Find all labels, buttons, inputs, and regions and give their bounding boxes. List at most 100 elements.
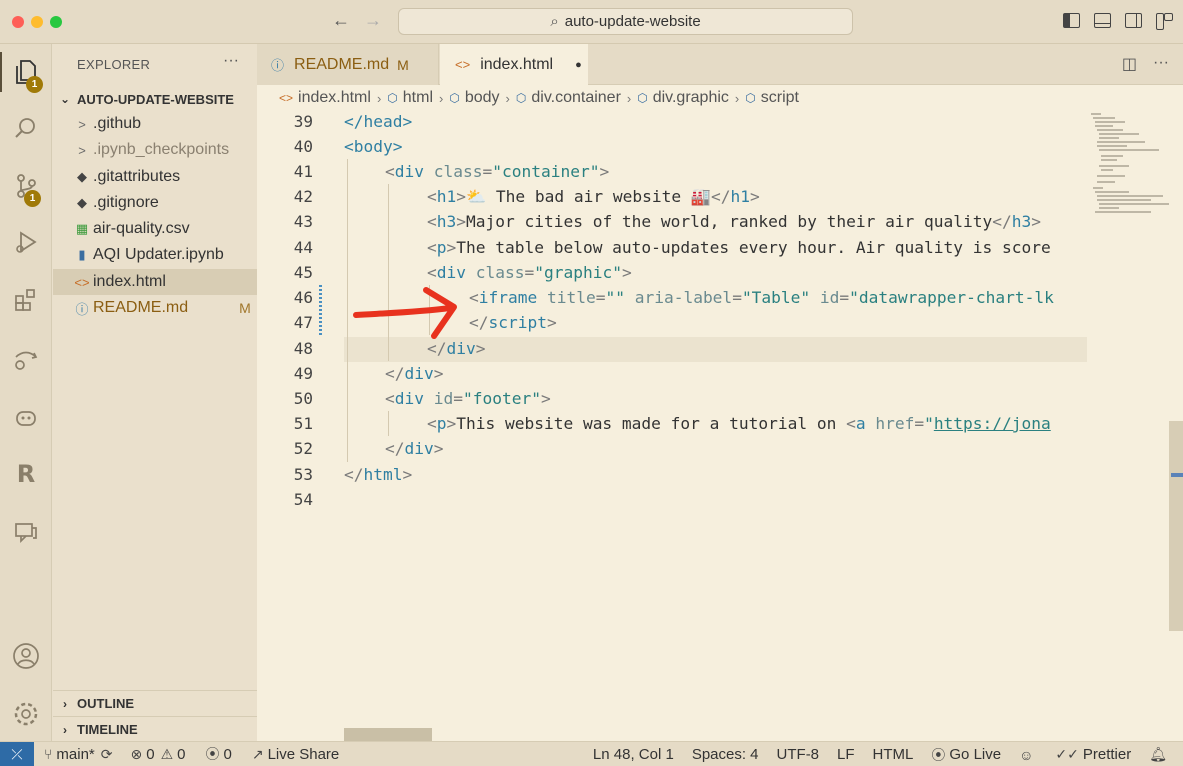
code-link[interactable]: https://jona bbox=[934, 414, 1051, 433]
branch-status[interactable]: ⑂ main* ⟳ bbox=[44, 746, 117, 763]
code-token: Major cities of the world, ranked by the… bbox=[466, 212, 993, 231]
breadcrumb: <> index.html › ⬡ html › ⬡ body › ⬡ div.… bbox=[257, 85, 1183, 111]
toggle-secondary-sidebar-icon[interactable] bbox=[1125, 13, 1142, 28]
tree-item-github[interactable]: > .github bbox=[53, 111, 257, 137]
run-debug-icon[interactable] bbox=[0, 222, 52, 262]
minimap[interactable] bbox=[1087, 111, 1169, 221]
chevron-right-icon: › bbox=[734, 90, 740, 106]
element-cube-icon: ⬡ bbox=[387, 91, 398, 105]
tree-item-gitignore[interactable]: ◆ .gitignore bbox=[53, 190, 257, 216]
copilot-status-icon[interactable]: ☺ bbox=[1019, 747, 1037, 763]
tree-item-label: .gitignore bbox=[93, 194, 159, 211]
prettier-status[interactable]: ✓✓ Prettier bbox=[1055, 746, 1131, 763]
indent-guide bbox=[347, 159, 348, 462]
bell-icon: 🔔︎ bbox=[1149, 746, 1167, 762]
code-line-49: </div> bbox=[385, 364, 444, 383]
search-icon[interactable] bbox=[0, 108, 52, 148]
tree-item-label: .gitattributes bbox=[93, 168, 181, 185]
tree-item-gitattributes[interactable]: ◆ .gitattributes bbox=[53, 164, 257, 190]
toggle-panel-icon[interactable] bbox=[1094, 13, 1111, 28]
sync-icon[interactable]: ⟳ bbox=[101, 746, 113, 763]
editor-tab-bar: ⓘ README.md M <> index.html ● ◫ ··· bbox=[257, 44, 1183, 85]
code-line-51: <p>This website was made for a tutorial … bbox=[427, 414, 1051, 433]
status-bar: ⤫ ⑂ main* ⟳ ⊗ 0 ⚠ 0 ⦿ 0 ↗ Live Share Ln … bbox=[0, 741, 1183, 766]
breadcrumb-item-file[interactable]: index.html bbox=[298, 89, 371, 107]
source-control-icon[interactable]: 1 bbox=[0, 166, 52, 207]
info-file-icon: ⓘ bbox=[75, 301, 89, 317]
chevron-right-icon: › bbox=[626, 90, 632, 106]
tab-index-html[interactable]: <> index.html ● bbox=[440, 44, 588, 85]
line-number: 42 bbox=[293, 187, 313, 206]
timeline-label: TIMELINE bbox=[77, 722, 138, 737]
settings-gear-icon[interactable] bbox=[0, 694, 52, 734]
line-number: 49 bbox=[293, 364, 313, 383]
code-token: The table below auto-updates every hour.… bbox=[456, 238, 1051, 257]
tab-readme-md[interactable]: ⓘ README.md M bbox=[257, 44, 439, 85]
language-mode-status[interactable]: HTML bbox=[873, 746, 914, 763]
vertical-scrollbar[interactable] bbox=[1169, 421, 1183, 631]
breadcrumb-item-script[interactable]: script bbox=[761, 89, 799, 107]
tree-item-aqi-updater-ipynb[interactable]: ▮ AQI Updater.ipynb bbox=[53, 242, 257, 268]
indentation-status[interactable]: Spaces: 4 bbox=[692, 746, 759, 763]
back-arrow-icon[interactable]: ← bbox=[332, 10, 350, 31]
horizontal-scrollbar[interactable] bbox=[344, 728, 432, 741]
remote-indicator-icon[interactable]: ⤫ bbox=[0, 741, 34, 766]
breadcrumb-item-body[interactable]: body bbox=[465, 89, 500, 107]
outline-section-header[interactable]: › OUTLINE bbox=[53, 690, 257, 716]
warning-count: 0 bbox=[177, 745, 186, 763]
encoding-status[interactable]: UTF-8 bbox=[777, 746, 820, 763]
copilot-icon[interactable] bbox=[0, 398, 52, 438]
unsaved-dot-icon[interactable]: ● bbox=[575, 59, 582, 71]
code-token: div bbox=[394, 389, 424, 408]
prettier-label: Prettier bbox=[1082, 746, 1132, 763]
code-token: This website was made for a tutorial on bbox=[456, 414, 847, 433]
tree-item-ipynb-checkpoints[interactable]: > .ipynb_checkpoints bbox=[53, 137, 257, 163]
breadcrumb-item-container[interactable]: div.container bbox=[531, 89, 621, 107]
remote-explorer-icon[interactable] bbox=[0, 340, 52, 380]
r-language-icon[interactable]: R bbox=[0, 454, 52, 494]
breadcrumb-item-graphic[interactable]: div.graphic bbox=[653, 89, 729, 107]
notebook-file-icon: ▮ bbox=[78, 247, 86, 262]
more-actions-icon[interactable]: ··· bbox=[223, 52, 239, 70]
tree-item-air-quality-csv[interactable]: ▦ air-quality.csv bbox=[53, 216, 257, 242]
html-file-icon: <> bbox=[279, 91, 294, 105]
code-line-50: <div id="footer"> bbox=[385, 389, 551, 408]
breadcrumb-item-html[interactable]: html bbox=[403, 89, 433, 107]
minimize-window-button[interactable] bbox=[31, 16, 43, 28]
cursor-position-status[interactable]: Ln 48, Col 1 bbox=[593, 746, 674, 763]
toggle-primary-sidebar-icon[interactable] bbox=[1063, 13, 1080, 28]
chevron-right-icon: > bbox=[78, 142, 86, 158]
go-live-status[interactable]: ⦿ Go Live bbox=[931, 745, 1001, 765]
tree-item-index-html[interactable]: <> index.html bbox=[53, 269, 257, 295]
notifications-status[interactable]: 🔔︎ bbox=[1149, 746, 1171, 763]
close-window-button[interactable] bbox=[12, 16, 24, 28]
forward-arrow-icon[interactable]: → bbox=[364, 10, 382, 31]
command-center-search[interactable]: ⌕ auto-update-website bbox=[398, 8, 853, 35]
problems-status[interactable]: ⊗ 0 ⚠ 0 bbox=[131, 746, 186, 763]
comments-icon[interactable] bbox=[0, 512, 52, 552]
tree-item-readme-md[interactable]: ⓘ README.md M bbox=[53, 295, 257, 321]
customize-layout-icon[interactable] bbox=[1156, 13, 1173, 30]
code-token: aria-label bbox=[634, 288, 733, 307]
html-file-icon: <> bbox=[455, 57, 471, 72]
timeline-section-header[interactable]: › TIMELINE bbox=[53, 716, 257, 742]
code-area[interactable]: </head> <body> <div class="container"> <… bbox=[344, 111, 1087, 741]
chevron-right-icon: > bbox=[78, 116, 86, 132]
live-share-status[interactable]: ↗ Live Share bbox=[252, 746, 339, 763]
more-actions-icon[interactable]: ··· bbox=[1153, 54, 1169, 74]
code-token: h3 bbox=[1011, 212, 1032, 231]
code-token: p bbox=[436, 414, 447, 433]
ports-status[interactable]: ⦿ 0 bbox=[205, 744, 231, 764]
workspace-folder-header[interactable]: ⌄ AUTO-UPDATE-WEBSITE bbox=[53, 88, 257, 110]
split-editor-icon[interactable]: ◫ bbox=[1122, 54, 1137, 74]
eol-status[interactable]: LF bbox=[837, 746, 855, 763]
accounts-icon[interactable] bbox=[0, 636, 52, 676]
zoom-window-button[interactable] bbox=[50, 16, 62, 28]
code-token: p bbox=[436, 238, 447, 257]
extensions-icon[interactable] bbox=[0, 280, 52, 320]
code-line-43: <h3>Major cities of the world, ranked by… bbox=[427, 212, 1042, 231]
git-branch-icon: ⑂ bbox=[44, 746, 53, 762]
code-token: h1 bbox=[730, 187, 750, 206]
explorer-icon[interactable]: 1 bbox=[0, 52, 52, 93]
code-editor[interactable]: 39 40 41 42 43 44 45 46 47 48 49 50 51 5… bbox=[257, 111, 1183, 741]
